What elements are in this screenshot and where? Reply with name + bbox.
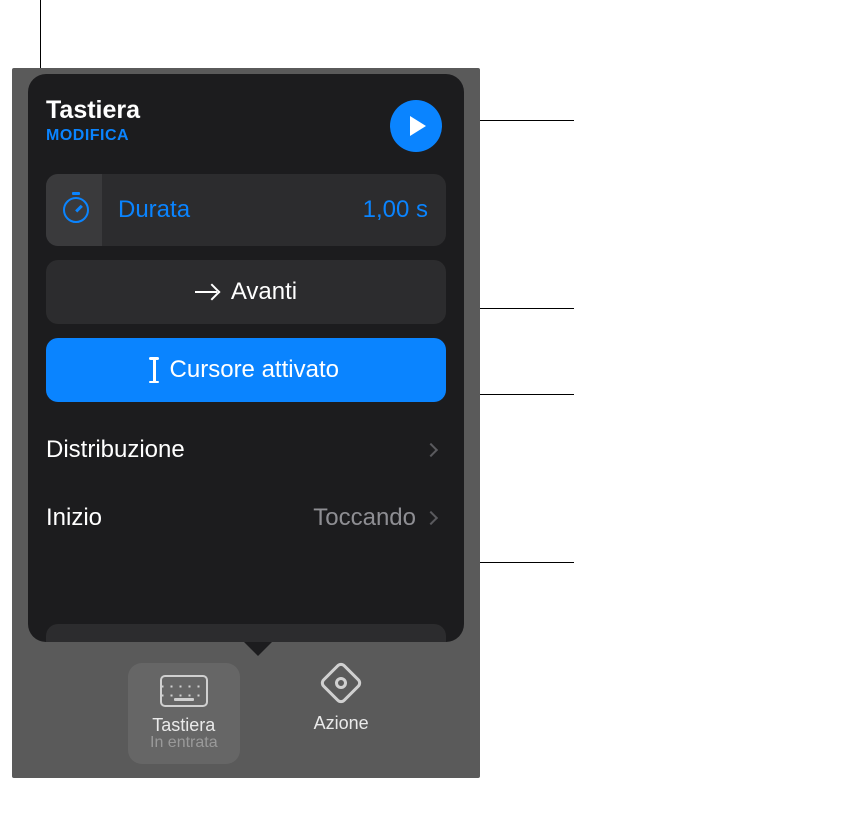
dock-keyboard-sub: In entrata — [150, 734, 218, 752]
chevron-right-icon — [424, 511, 438, 525]
duration-value: 1,00 s — [363, 196, 428, 224]
dock-item-keyboard[interactable]: Tastiera In entrata — [128, 663, 240, 764]
play-icon — [410, 116, 426, 136]
animation-popover: Tastiera MODIFICA Durata 1,00 s Avanti C… — [28, 74, 464, 642]
start-row[interactable]: Inizio Toccando — [46, 484, 446, 552]
duration-label: Durata — [118, 196, 363, 224]
cursor-label: Cursore attivato — [170, 356, 339, 384]
next-row-peek — [46, 624, 446, 642]
edit-button[interactable]: MODIFICA — [46, 127, 140, 145]
keyboard-icon — [160, 675, 208, 707]
duration-row[interactable]: Durata 1,00 s — [46, 174, 446, 246]
start-label: Inizio — [46, 504, 313, 532]
arrow-right-icon — [195, 291, 217, 294]
duration-icon-wrap — [46, 174, 102, 246]
cursor-on-effect-button[interactable]: Cursore attivato — [46, 338, 446, 402]
popover-header: Tastiera MODIFICA — [46, 96, 446, 152]
action-icon — [321, 663, 361, 703]
distribution-label: Distribuzione — [46, 436, 426, 464]
dock-item-action[interactable]: Azione — [314, 663, 369, 734]
start-value: Toccando — [313, 504, 416, 532]
distribution-row[interactable]: Distribuzione — [46, 416, 446, 484]
callout-line — [40, 0, 41, 70]
app-stage: Tastiera MODIFICA Durata 1,00 s Avanti C… — [12, 68, 480, 778]
build-dock: Tastiera In entrata Azione — [128, 663, 369, 764]
popover-title: Tastiera — [46, 96, 140, 125]
stopwatch-icon — [63, 197, 89, 223]
chevron-right-icon — [424, 443, 438, 457]
forward-effect-button[interactable]: Avanti — [46, 260, 446, 324]
text-cursor-icon — [153, 358, 156, 382]
forward-label: Avanti — [231, 278, 297, 306]
dock-keyboard-label: Tastiera — [152, 715, 215, 736]
preview-play-button[interactable] — [390, 100, 442, 152]
dock-action-label: Azione — [314, 713, 369, 734]
